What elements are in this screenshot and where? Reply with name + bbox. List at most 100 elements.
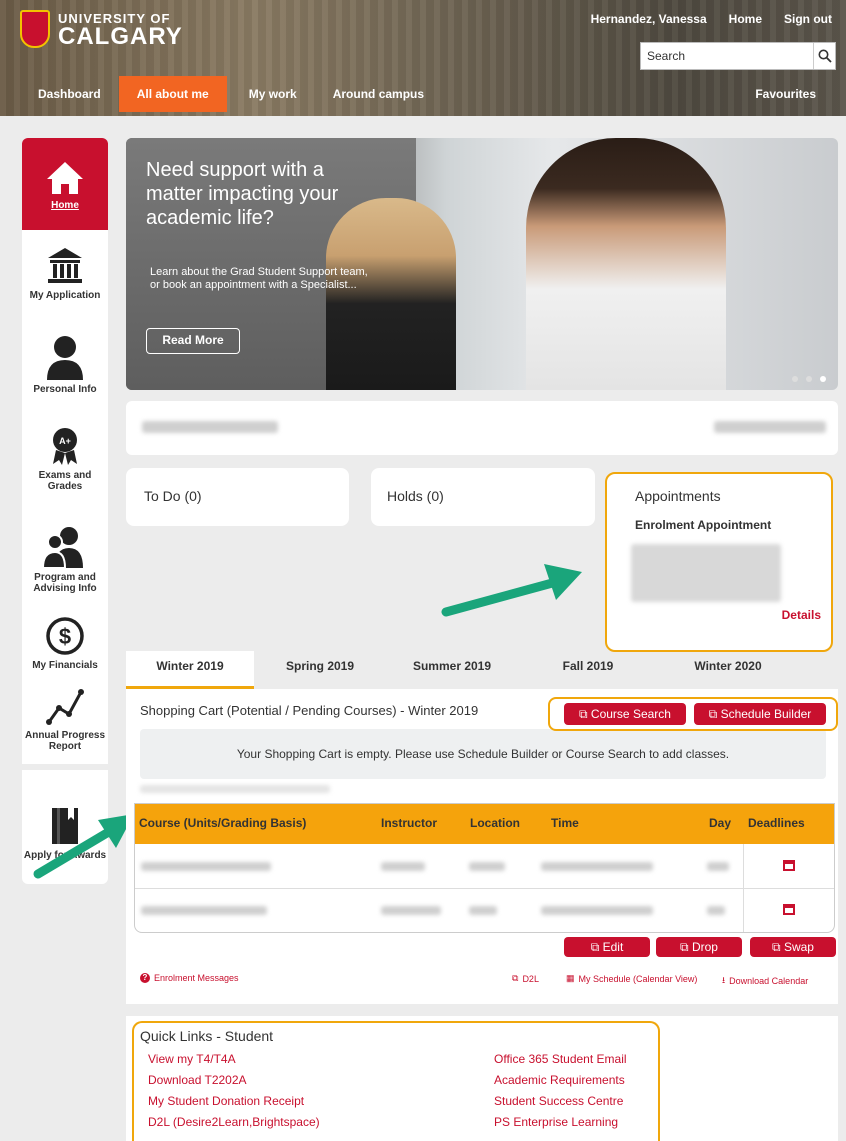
sidebar-item-exams-grades[interactable]: A+ Exams and Grades [22,426,108,492]
external-link-icon: ⧉ [590,940,603,954]
tab-fall-2019[interactable]: Fall 2019 [518,651,658,689]
drop-label: Drop [691,940,718,954]
dollar-icon: $ [22,616,108,656]
university-logo[interactable]: UNIVERSITY OF CALGARY [20,10,183,48]
external-link-icon: ⧉ [680,940,692,954]
quick-link-t4[interactable]: View my T4/T4A [148,1052,236,1066]
tab-spring-2019[interactable]: Spring 2019 [254,651,386,689]
sidebar-item-program-advising[interactable]: Program and Advising Info [22,524,108,594]
cart-title: Shopping Cart (Potential / Pending Cours… [140,703,479,718]
crest-icon [20,10,50,48]
nav-all-about-me[interactable]: All about me [118,76,227,112]
sidebar-label-personal-info: Personal Info [33,384,97,395]
redacted-day [707,906,725,915]
carousel-dot[interactable] [806,376,812,382]
sidebar-divider [22,764,108,770]
search-box [640,42,836,70]
question-icon: ? [140,973,150,983]
hero-banner[interactable]: Need support with a matter impacting you… [126,138,838,390]
enrolment-messages-link[interactable]: ? Enrolment Messages [140,973,239,983]
redacted-name [142,421,278,433]
tab-winter-2019[interactable]: Winter 2019 [126,651,254,689]
sidebar-label-my-application: My Application [29,290,101,301]
external-link-icon: ⧉ [512,973,519,983]
hero-subtitle: Learn about the Grad Student Support tea… [150,266,368,291]
edit-label: Edit [602,940,624,954]
swap-button[interactable]: ⧉ Swap [750,937,836,957]
tab-winter-2020[interactable]: Winter 2020 [658,651,798,689]
tab-summer-2019[interactable]: Summer 2019 [386,651,518,689]
my-schedule-label: My Schedule (Calendar View) [578,973,698,984]
nav-favourites[interactable]: Favourites [755,76,816,112]
quick-link-donation-receipt[interactable]: My Student Donation Receipt [148,1094,304,1108]
quick-link-d2l[interactable]: D2L (Desire2Learn,Brightspace) [148,1115,320,1129]
redacted-course [141,862,271,871]
sidebar-label-my-financials: My Financials [32,660,98,671]
user-name[interactable]: Hernandez, Vanessa [591,12,707,26]
signout-link[interactable]: Sign out [784,12,832,26]
calendar-icon[interactable] [783,904,795,915]
th-day: Day [709,816,732,830]
holds-card[interactable]: Holds (0) [371,468,595,526]
enrolment-messages-label: Enrolment Messages [154,973,239,983]
sidebar-item-apply-awards[interactable]: Apply for Awards [22,806,108,861]
search-input[interactable] [641,43,813,69]
d2l-label: D2L [522,973,539,984]
hero-photo-specialist [526,138,726,390]
nav-dashboard[interactable]: Dashboard [0,76,119,112]
details-link[interactable]: Details [782,608,821,622]
d2l-link[interactable]: ⧉ D2L [512,973,539,984]
download-calendar-label: Download Calendar [729,976,809,986]
quick-link-t2202a[interactable]: Download T2202A [148,1073,247,1087]
svg-text:A+: A+ [59,436,71,446]
edit-button[interactable]: ⧉ Edit [564,937,650,957]
quick-link-student-success[interactable]: Student Success Centre [494,1094,623,1108]
carousel-dot[interactable] [792,376,798,382]
sidebar-item-home[interactable]: Home [22,138,108,230]
redacted-appointment-details [631,544,781,602]
todo-card[interactable]: To Do (0) [126,468,349,526]
nav-my-work[interactable]: My work [227,76,315,112]
th-location: Location [470,816,520,830]
term-tabs: Winter 2019 Spring 2019 Summer 2019 Fall… [126,651,838,689]
search-icon [818,49,832,63]
th-course: Course (Units/Grading Basis) [139,816,307,830]
advising-icon [22,524,108,568]
redacted-instructor [381,906,441,915]
appointments-card: Appointments Enrolment Appointment Detai… [605,472,833,652]
quick-link-office365[interactable]: Office 365 Student Email [494,1052,627,1066]
course-search-button[interactable]: ⧉ Course Search [564,703,686,725]
site-header: UNIVERSITY OF CALGARY Hernandez, Vanessa… [0,0,846,116]
sidebar-item-personal-info[interactable]: Personal Info [22,334,108,395]
institution-icon [22,246,108,286]
sidebar: Home My Application Personal Info A+ Exa… [22,138,108,884]
calendar-grid-icon: ▦ [566,973,575,983]
th-deadlines: Deadlines [748,816,805,830]
sidebar-item-my-application[interactable]: My Application [22,246,108,301]
redacted-row [140,785,330,793]
nav-around-campus[interactable]: Around campus [315,76,442,112]
annotation-arrow-icon [441,564,582,617]
progress-chart-icon [22,686,108,726]
cart-empty-message: Your Shopping Cart is empty. Please use … [140,729,826,779]
quick-link-ps-enterprise[interactable]: PS Enterprise Learning [494,1115,618,1129]
sidebar-item-annual-progress[interactable]: Annual Progress Report [22,686,108,752]
search-button[interactable] [813,43,835,69]
calendar-icon[interactable] [783,860,795,871]
my-schedule-link[interactable]: ▦ My Schedule (Calendar View) [566,973,697,984]
schedule-builder-button[interactable]: ⧉ Schedule Builder [694,703,826,725]
read-more-button[interactable]: Read More [146,328,240,354]
redacted-location [469,862,505,871]
hero-title: Need support with a matter impacting you… [146,159,339,229]
home-link[interactable]: Home [729,12,762,26]
quick-link-academic-requirements[interactable]: Academic Requirements [494,1073,625,1087]
redacted-location [469,906,497,915]
quick-links-title: Quick Links - Student [140,1028,274,1044]
redacted-instructor [381,862,425,871]
download-calendar-link[interactable]: ⭳ Download Calendar [722,973,808,989]
carousel-dot-active[interactable] [820,376,826,382]
sidebar-item-my-financials[interactable]: $ My Financials [22,616,108,671]
logo-line2: CALGARY [58,22,183,50]
drop-button[interactable]: ⧉ Drop [656,937,742,957]
